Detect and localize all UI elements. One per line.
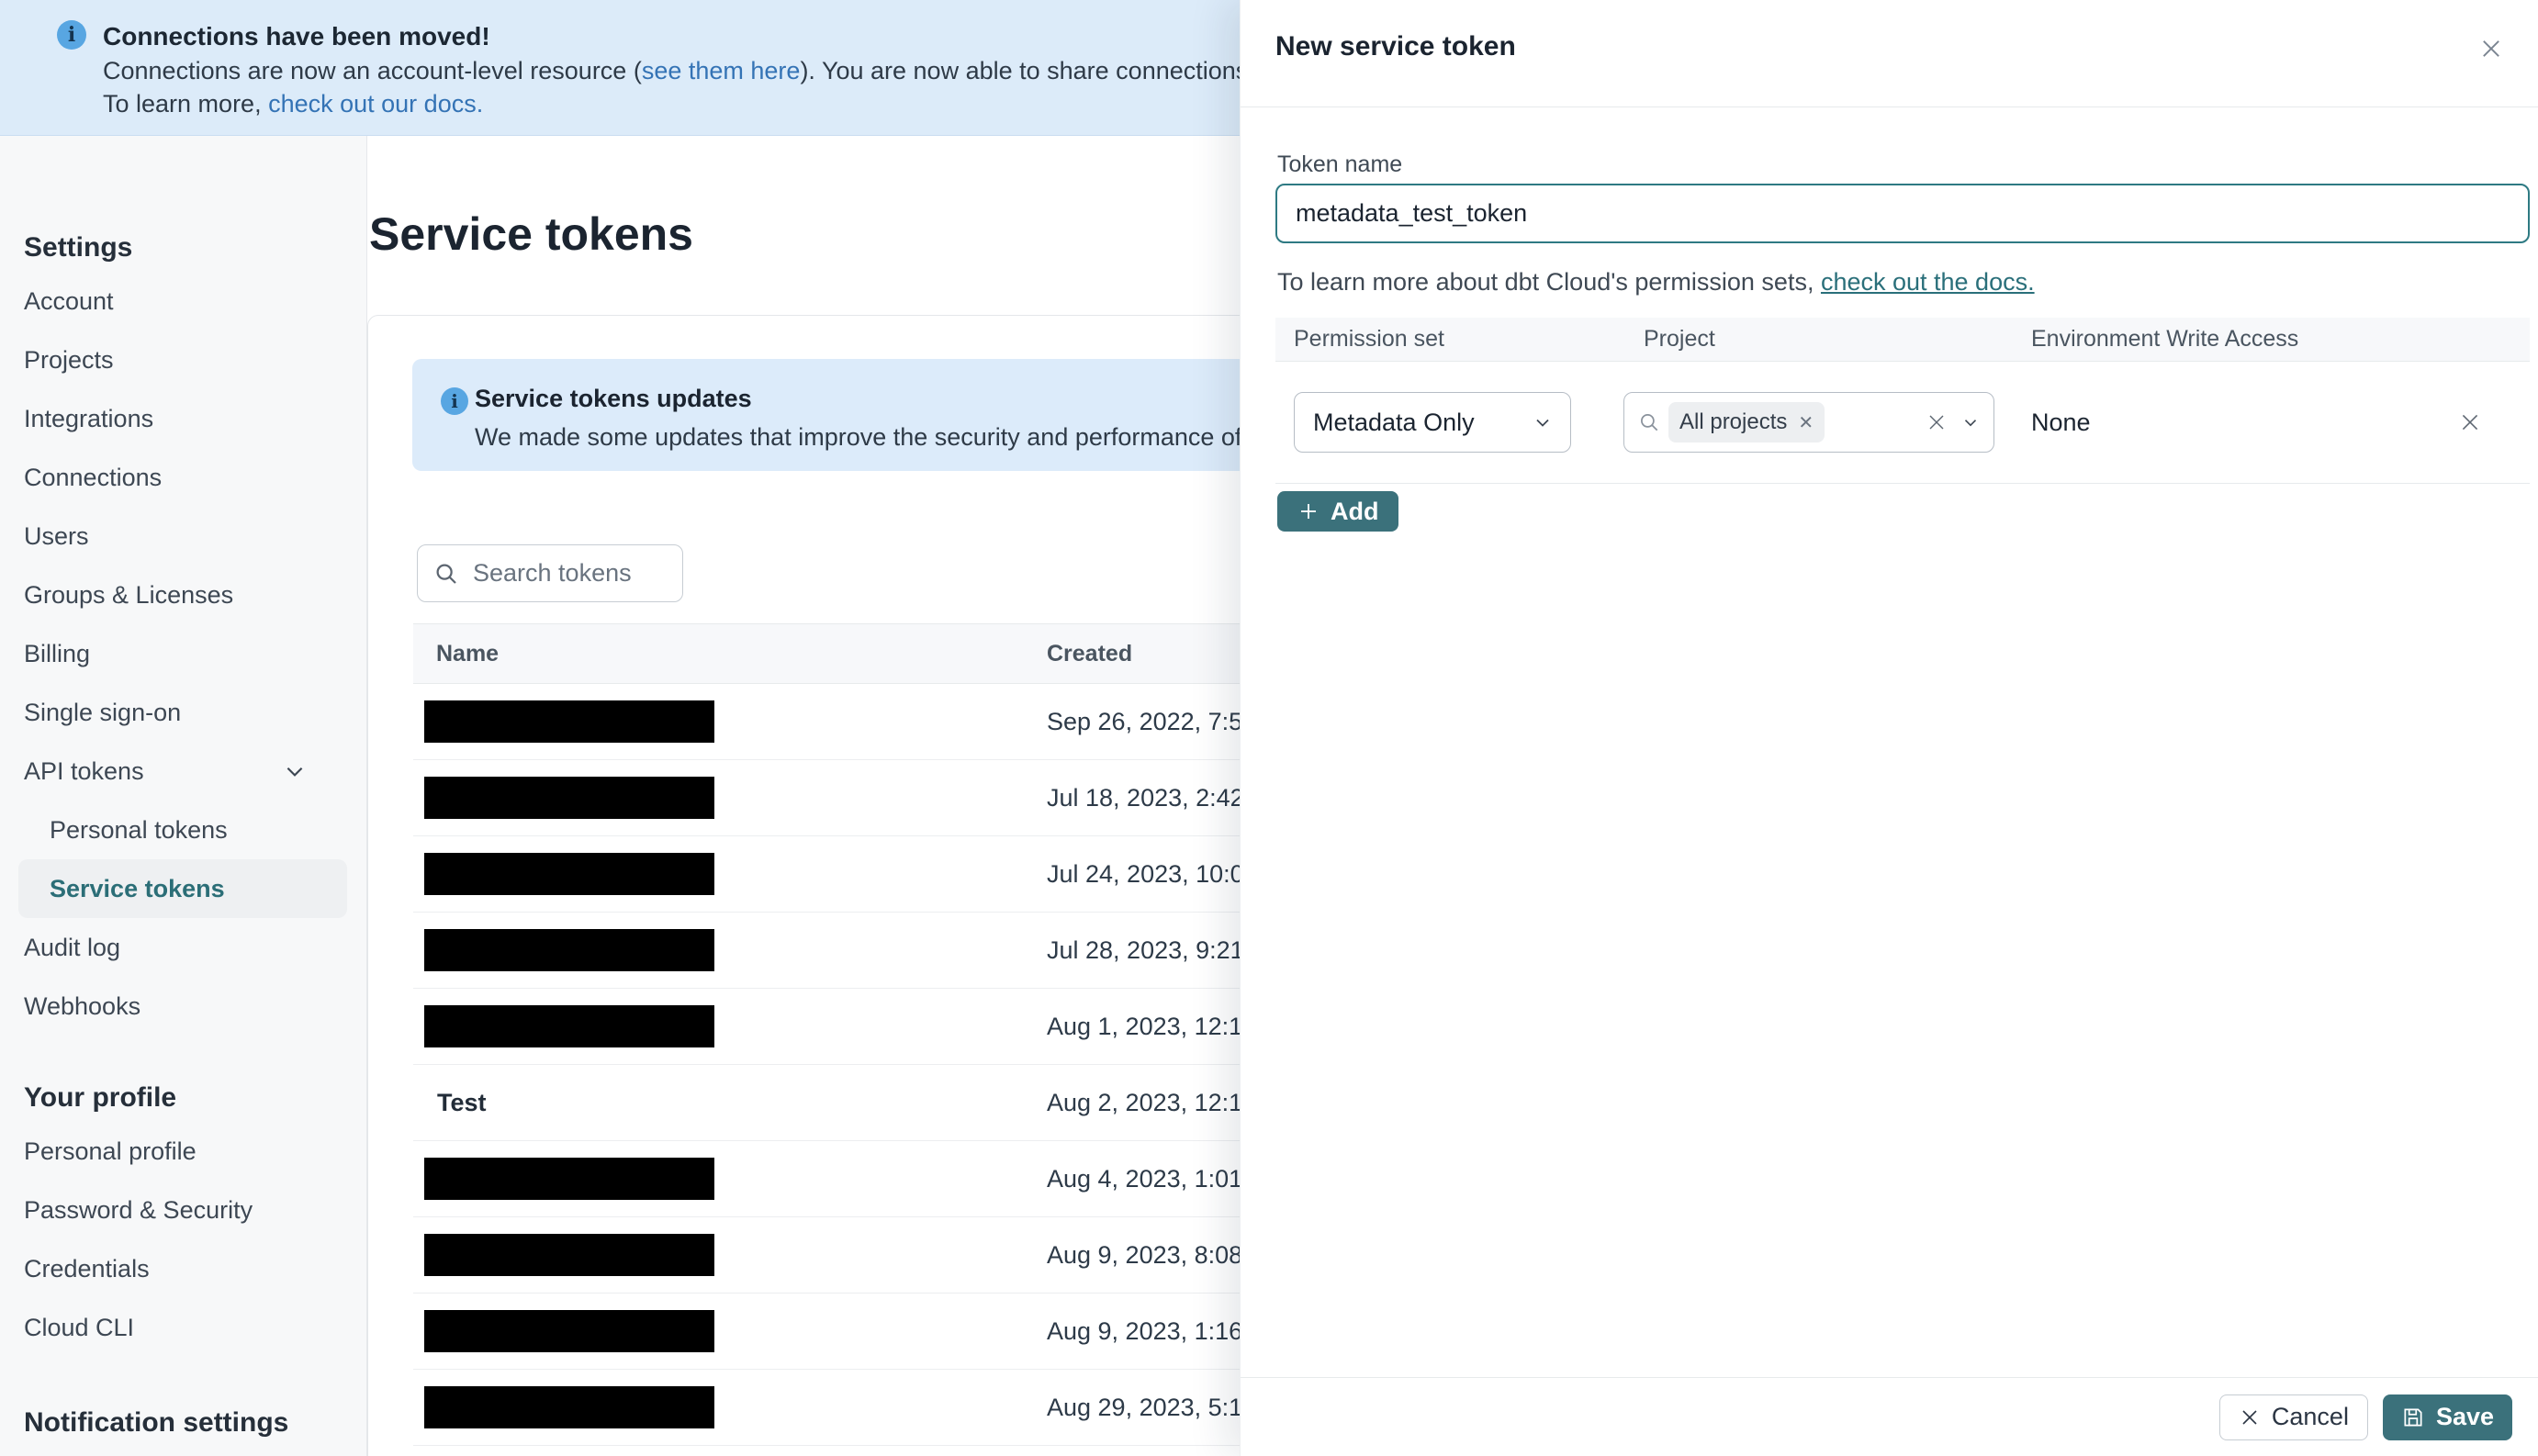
sidebar-item-connections[interactable]: Connections <box>18 448 347 507</box>
new-service-token-drawer: New service token Token name To learn mo… <box>1240 0 2538 1456</box>
column-header-name: Name <box>436 640 500 666</box>
clear-selection-icon[interactable] <box>1926 411 1948 433</box>
permissions-table: Permission set Project Environment Write… <box>1275 318 2530 484</box>
sidebar-item-api-tokens[interactable]: API tokens <box>18 742 347 801</box>
redacted-token-name <box>424 1386 714 1428</box>
sidebar-item-billing[interactable]: Billing <box>18 624 347 683</box>
your-profile-heading: Your profile <box>24 1082 177 1113</box>
token-name-cell <box>413 1310 1047 1352</box>
redacted-token-name <box>424 1005 714 1047</box>
remove-row-icon[interactable] <box>2458 410 2482 434</box>
profile-nav-block: Your profile Personal profile Password &… <box>18 1074 347 1357</box>
plus-icon <box>1301 504 1316 519</box>
search-input[interactable] <box>473 559 668 588</box>
check-out-the-docs-link[interactable]: check out the docs. <box>1821 268 2035 296</box>
banner-text: Connections are now an account-level res… <box>103 57 642 84</box>
close-icon[interactable] <box>2476 33 2507 64</box>
help-text: To learn more about dbt Cloud's permissi… <box>1277 268 1821 296</box>
sidebar-item-account[interactable]: Account <box>18 272 347 330</box>
add-permission-button[interactable]: Add <box>1277 491 1399 532</box>
redacted-token-name <box>424 1234 714 1276</box>
permissions-header-row: Permission set Project Environment Write… <box>1275 318 2530 362</box>
redacted-token-name <box>424 929 714 971</box>
notifications-nav-block: Notification settings <box>18 1399 347 1447</box>
chevron-down-icon <box>1536 419 1549 427</box>
column-header-created: Created <box>1047 640 1133 666</box>
chevron-down-icon[interactable] <box>1960 412 1981 432</box>
search-tokens-box[interactable] <box>417 544 683 602</box>
chevron-down-icon <box>286 767 303 777</box>
token-name-cell <box>413 1386 1047 1428</box>
sidebar-item-service-tokens[interactable]: Service tokens <box>18 859 347 918</box>
sidebar-item-audit-log[interactable]: Audit log <box>18 918 347 977</box>
sidebar-item-label: API tokens <box>24 756 144 785</box>
settings-nav-block: Settings Account Projects Integrations C… <box>18 224 347 1036</box>
cancel-button-label: Cancel <box>2271 1403 2349 1430</box>
token-name-cell <box>413 1005 1047 1047</box>
drawer-title: New service token <box>1275 31 1516 62</box>
environment-write-access-value: None <box>2031 408 2091 436</box>
see-them-here-link[interactable]: see them here <box>642 57 801 84</box>
token-name: Test <box>437 1088 487 1116</box>
redacted-token-name <box>424 1310 714 1352</box>
token-name-cell <box>413 929 1047 971</box>
drawer-header: New service token <box>1241 0 2538 107</box>
token-name-cell <box>413 1158 1047 1200</box>
sidebar-item-single-sign-on[interactable]: Single sign-on <box>18 683 347 742</box>
sidebar-item-personal-profile[interactable]: Personal profile <box>18 1122 347 1181</box>
sidebar-item-integrations[interactable]: Integrations <box>18 389 347 448</box>
save-disk-icon <box>2404 1407 2422 1427</box>
sidebar-item-personal-tokens[interactable]: Personal tokens <box>18 801 347 859</box>
close-icon <box>2242 1409 2257 1425</box>
notification-settings-heading: Notification settings <box>24 1407 289 1438</box>
sidebar-item-webhooks[interactable]: Webhooks <box>18 977 347 1036</box>
cancel-button[interactable]: Cancel <box>2218 1394 2368 1440</box>
sidebar-item-users[interactable]: Users <box>18 507 347 566</box>
token-name-cell <box>413 700 1047 743</box>
sidebar-item-projects[interactable]: Projects <box>18 330 347 389</box>
remove-chip-icon[interactable]: ✕ <box>1798 411 1814 434</box>
token-name-cell <box>413 1234 1047 1276</box>
settings-sidebar: Settings Account Projects Integrations C… <box>0 136 367 1456</box>
permission-row: Metadata Only All projects ✕ None <box>1275 362 2530 484</box>
redacted-token-name <box>424 853 714 895</box>
settings-heading: Settings <box>24 232 133 263</box>
save-button[interactable]: Save <box>2382 1394 2512 1440</box>
column-header-permission-set: Permission set <box>1294 326 1444 352</box>
page: i Connections have been moved! Connectio… <box>0 0 2538 1456</box>
permission-set-value: Metadata Only <box>1313 408 1475 436</box>
check-out-docs-link[interactable]: check out our docs. <box>268 90 483 118</box>
token-name-cell <box>413 853 1047 895</box>
token-name-cell <box>413 777 1047 819</box>
token-name-input[interactable] <box>1275 184 2530 243</box>
sidebar-item-groups-licenses[interactable]: Groups & Licenses <box>18 566 347 624</box>
add-button-label: Add <box>1331 497 1379 525</box>
page-title: Service tokens <box>369 208 693 260</box>
project-multiselect[interactable]: All projects ✕ <box>1623 392 1994 453</box>
sidebar-item-cloud-cli[interactable]: Cloud CLI <box>18 1298 347 1357</box>
column-header-environment-write-access: Environment Write Access <box>2031 326 2299 352</box>
permission-set-select[interactable]: Metadata Only <box>1294 392 1571 453</box>
sidebar-item-credentials[interactable]: Credentials <box>18 1239 347 1298</box>
banner-title: Connections have been moved! <box>103 22 490 50</box>
sidebar-item-password-security[interactable]: Password & Security <box>18 1181 347 1239</box>
redacted-token-name <box>424 777 714 819</box>
column-header-project: Project <box>1644 326 1715 352</box>
redacted-token-name <box>424 700 714 743</box>
token-name-cell: Test <box>413 1089 1047 1117</box>
save-button-label: Save <box>2435 1403 2494 1430</box>
drawer-footer: Cancel Save <box>1241 1377 2538 1456</box>
search-icon <box>1641 414 1658 431</box>
redacted-token-name <box>424 1158 714 1200</box>
banner-text: To learn more, <box>103 90 269 118</box>
search-icon <box>436 564 456 584</box>
token-name-label: Token name <box>1277 151 1403 177</box>
info-icon: i <box>57 20 86 50</box>
info-icon: i <box>441 387 468 415</box>
notice-title: Service tokens updates <box>475 385 752 412</box>
project-chip[interactable]: All projects ✕ <box>1668 402 1825 442</box>
permission-help-text: To learn more about dbt Cloud's permissi… <box>1277 268 2035 297</box>
project-chip-label: All projects <box>1679 409 1788 434</box>
banner-text-line: To learn more, check out our docs. <box>103 90 483 118</box>
